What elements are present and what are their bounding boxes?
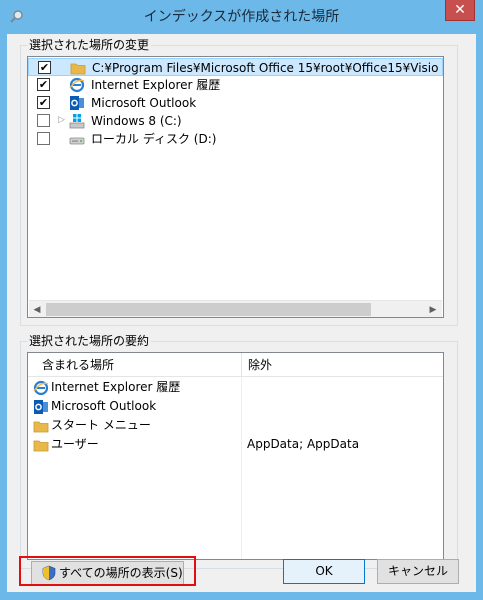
- excluded-value: AppData; AppData: [247, 437, 360, 451]
- location-checkbox[interactable]: ✔: [37, 96, 50, 109]
- included-location: スタート メニュー: [51, 418, 151, 432]
- close-button[interactable]: ✕: [445, 0, 475, 21]
- internet-explorer-icon: [33, 380, 49, 396]
- expand-arrow-icon[interactable]: ▷: [58, 115, 65, 125]
- location-label: C:¥Program Files¥Microsoft Office 15¥roo…: [92, 61, 444, 75]
- highlight-annotation: [19, 556, 196, 586]
- location-checkbox[interactable]: [37, 132, 50, 145]
- location-checkbox[interactable]: [37, 114, 50, 127]
- internet-explorer-icon: [69, 77, 85, 93]
- window-frame-left: [0, 34, 7, 600]
- location-row-visio[interactable]: ✔ C:¥Program Files¥Microsoft Office 15¥r…: [28, 58, 443, 76]
- summary-row[interactable]: Microsoft Outlook: [28, 397, 443, 416]
- scroll-right-arrow-icon[interactable]: ▶: [425, 303, 441, 317]
- summary-row[interactable]: ユーザー AppData; AppData: [28, 435, 443, 454]
- cancel-button[interactable]: キャンセル: [377, 559, 459, 584]
- window-frame-right: [476, 34, 483, 600]
- location-label: Microsoft Outlook: [91, 96, 197, 110]
- location-row-outlook[interactable]: ✔ Microsoft Outlook: [28, 94, 443, 112]
- location-label: ローカル ディスク (D:): [91, 132, 217, 146]
- included-location: Microsoft Outlook: [51, 399, 157, 413]
- excluded-column-header[interactable]: 除外: [248, 353, 272, 377]
- ok-button[interactable]: OK: [283, 559, 365, 584]
- change-locations-label: 選択された場所の変更: [27, 38, 152, 52]
- location-row-local-disk-d[interactable]: ローカル ディスク (D:): [28, 130, 443, 148]
- outlook-icon: [34, 400, 48, 414]
- locations-tree[interactable]: ✔ C:¥Program Files¥Microsoft Office 15¥r…: [27, 56, 444, 318]
- summary-label: 選択された場所の要約: [27, 334, 152, 348]
- window-title: インデックスが作成された場所: [143, 9, 340, 25]
- scrollbar-thumb[interactable]: [46, 303, 371, 316]
- outlook-icon: [70, 96, 84, 110]
- included-location: Internet Explorer 履歴: [51, 380, 181, 394]
- summary-row[interactable]: スタート メニュー: [28, 416, 443, 435]
- folder-icon: [33, 421, 49, 433]
- summary-list[interactable]: 含まれる場所 除外 Internet Explorer 履歴 Microsoft…: [27, 352, 444, 560]
- windows-drive-icon: [69, 114, 85, 129]
- location-checkbox[interactable]: ✔: [38, 61, 51, 74]
- disk-drive-icon: [69, 137, 85, 145]
- included-location: ユーザー: [51, 437, 99, 451]
- window-frame-bottom: [0, 592, 483, 600]
- summary-row[interactable]: Internet Explorer 履歴: [28, 378, 443, 397]
- included-column-header[interactable]: 含まれる場所: [42, 353, 114, 377]
- folder-icon: [70, 63, 86, 75]
- scroll-left-arrow-icon[interactable]: ◀: [29, 303, 45, 317]
- location-label: Internet Explorer 履歴: [91, 78, 221, 92]
- location-row-ie-history[interactable]: ✔ Internet Explorer 履歴: [28, 76, 443, 94]
- location-label: Windows 8 (C:): [91, 114, 182, 128]
- title-bar: インデックスが作成された場所 ✕: [0, 0, 483, 34]
- horizontal-scrollbar[interactable]: ◀ ▶: [29, 300, 442, 317]
- location-checkbox[interactable]: ✔: [37, 78, 50, 91]
- summary-header: 含まれる場所 除外: [28, 353, 443, 377]
- folder-icon: [33, 440, 49, 452]
- column-separator[interactable]: [241, 353, 242, 377]
- location-row-windows-c[interactable]: ▷ Windows 8 (C:): [28, 112, 443, 130]
- indexed-locations-dialog: インデックスが作成された場所 ✕ 選択された場所の変更 ✔ C:¥Program…: [0, 0, 483, 600]
